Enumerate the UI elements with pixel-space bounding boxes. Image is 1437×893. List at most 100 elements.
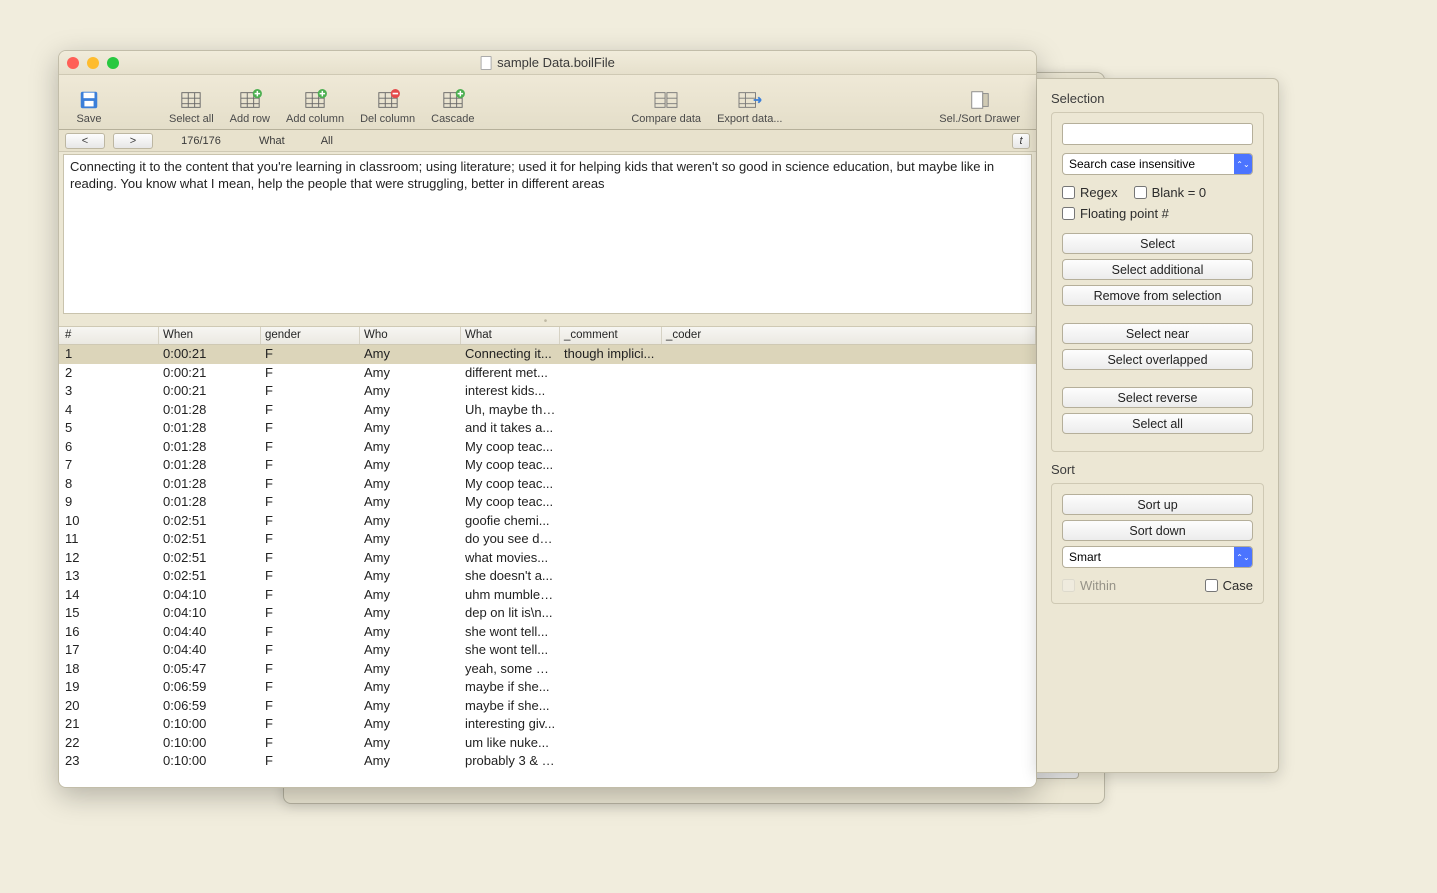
select-near-button[interactable]: Select near (1062, 323, 1253, 344)
table-row[interactable]: 230:10:00FAmyprobably 3 & f... (59, 752, 1036, 771)
table-row[interactable]: 160:04:40FAmyshe wont tell... (59, 623, 1036, 642)
add-row-button[interactable]: Add row (222, 89, 278, 125)
detail-textarea[interactable]: Connecting it to the content that you're… (63, 154, 1032, 314)
table-row[interactable]: 210:10:00FAmyinteresting giv... (59, 715, 1036, 734)
t-toggle-button[interactable]: t (1012, 133, 1030, 149)
sel-sort-drawer-button[interactable]: Sel./Sort Drawer (931, 89, 1028, 125)
col-coder[interactable]: _coder (662, 327, 1036, 344)
search-mode-select[interactable]: Search case insensitive ⌃⌄ (1062, 153, 1253, 175)
cell (662, 623, 1036, 642)
select-additional-button[interactable]: Select additional (1062, 259, 1253, 280)
table-row[interactable]: 90:01:28FAmyMy coop teac... (59, 493, 1036, 512)
cell: Connecting it... (461, 345, 560, 364)
table-row[interactable]: 20:00:21FAmydifferent met... (59, 364, 1036, 383)
close-icon[interactable] (67, 57, 79, 69)
sort-mode-select[interactable]: Smart ⌃⌄ (1062, 546, 1253, 568)
table-row[interactable]: 10:00:21FAmyConnecting it...though impli… (59, 345, 1036, 364)
col-what[interactable]: What (461, 327, 560, 344)
label: Save (76, 113, 101, 125)
cell: 4 (59, 401, 159, 420)
cell: 1 (59, 345, 159, 364)
cell: 0:06:59 (159, 697, 261, 716)
cell (560, 604, 662, 623)
del-column-button[interactable]: Del column (352, 89, 423, 125)
table-row[interactable]: 220:10:00FAmyum like nuke... (59, 734, 1036, 753)
cell: Amy (360, 530, 461, 549)
select-all-button[interactable]: Select all (161, 89, 222, 125)
cell: 15 (59, 604, 159, 623)
cell: My coop teac... (461, 493, 560, 512)
cell: 3 (59, 382, 159, 401)
table-row[interactable]: 40:01:28FAmyUh, maybe thr... (59, 401, 1036, 420)
col-gender[interactable]: gender (261, 327, 360, 344)
cell: Amy (360, 438, 461, 457)
cell: F (261, 567, 360, 586)
cell (662, 604, 1036, 623)
add-column-button[interactable]: Add column (278, 89, 352, 125)
cell: F (261, 382, 360, 401)
col-number[interactable]: # (59, 327, 159, 344)
save-button[interactable]: Save (67, 89, 111, 125)
cell (662, 641, 1036, 660)
regex-checkbox[interactable]: Regex (1062, 185, 1118, 200)
table-row[interactable]: 190:06:59FAmymaybe if she... (59, 678, 1036, 697)
col-comment[interactable]: _comment (560, 327, 662, 344)
table-row[interactable]: 120:02:51FAmywhat movies... (59, 549, 1036, 568)
next-record-button[interactable]: > (113, 133, 153, 149)
cell: 20 (59, 697, 159, 716)
search-mode-value: Search case insensitive (1069, 157, 1195, 171)
select-button[interactable]: Select (1062, 233, 1253, 254)
cell (560, 456, 662, 475)
sort-down-button[interactable]: Sort down (1062, 520, 1253, 541)
cell: F (261, 401, 360, 420)
table-row[interactable]: 110:02:51FAmydo you see do... (59, 530, 1036, 549)
prev-record-button[interactable]: < (65, 133, 105, 149)
cell: 17 (59, 641, 159, 660)
select-reverse-button[interactable]: Select reverse (1062, 387, 1253, 408)
case-checkbox[interactable]: Case (1205, 578, 1253, 593)
table-body[interactable]: 10:00:21FAmyConnecting it...though impli… (59, 345, 1036, 787)
cell: Amy (360, 697, 461, 716)
table-row[interactable]: 50:01:28FAmy and it takes a... (59, 419, 1036, 438)
cell: Amy (360, 586, 461, 605)
table-row[interactable]: 150:04:10FAmydep on lit is\n... (59, 604, 1036, 623)
cell: F (261, 419, 360, 438)
zoom-icon[interactable] (107, 57, 119, 69)
add-row-icon (236, 89, 264, 111)
table-row[interactable]: 60:01:28FAmyMy coop teac... (59, 438, 1036, 457)
export-data-button[interactable]: Export data... (709, 89, 790, 125)
table-row[interactable]: 200:06:59FAmymaybe if she... (59, 697, 1036, 716)
col-who[interactable]: Who (360, 327, 461, 344)
cell: Uh, maybe thr... (461, 401, 560, 420)
cell: Amy (360, 475, 461, 494)
table-row[interactable]: 70:01:28FAmyMy coop teac... (59, 456, 1036, 475)
table-row[interactable]: 130:02:51FAmyshe doesn't a... (59, 567, 1036, 586)
table-row[interactable]: 180:05:47FAmyyeah, some ar... (59, 660, 1036, 679)
cell: she doesn't a... (461, 567, 560, 586)
minimize-icon[interactable] (87, 57, 99, 69)
floppy-icon (75, 89, 103, 111)
table-row[interactable]: 170:04:40FAmyshe wont tell... (59, 641, 1036, 660)
cell: 21 (59, 715, 159, 734)
table-row[interactable]: 100:02:51FAmy goofie chemi... (59, 512, 1036, 531)
remove-from-selection-button[interactable]: Remove from selection (1062, 285, 1253, 306)
compare-data-button[interactable]: Compare data (623, 89, 709, 125)
table-row[interactable]: 80:01:28FAmyMy coop teac... (59, 475, 1036, 494)
search-input[interactable] (1063, 124, 1252, 144)
select-all-button-drawer[interactable]: Select all (1062, 413, 1253, 434)
floating-checkbox[interactable]: Floating point # (1062, 206, 1169, 221)
splitter-handle[interactable]: • (59, 316, 1036, 326)
cell: Amy (360, 493, 461, 512)
select-overlapped-button[interactable]: Select overlapped (1062, 349, 1253, 370)
sort-up-button[interactable]: Sort up (1062, 494, 1253, 515)
cell: maybe if she... (461, 678, 560, 697)
col-when[interactable]: When (159, 327, 261, 344)
cascade-button[interactable]: Cascade (423, 89, 482, 125)
cell: 13 (59, 567, 159, 586)
table-row[interactable]: 140:04:10FAmyuhm mumble l... (59, 586, 1036, 605)
cell (662, 382, 1036, 401)
table-row[interactable]: 30:00:21FAmyinterest kids... (59, 382, 1036, 401)
label: Export data... (717, 113, 782, 125)
blank0-checkbox[interactable]: Blank = 0 (1134, 185, 1207, 200)
record-count: 176/176 (161, 135, 241, 147)
